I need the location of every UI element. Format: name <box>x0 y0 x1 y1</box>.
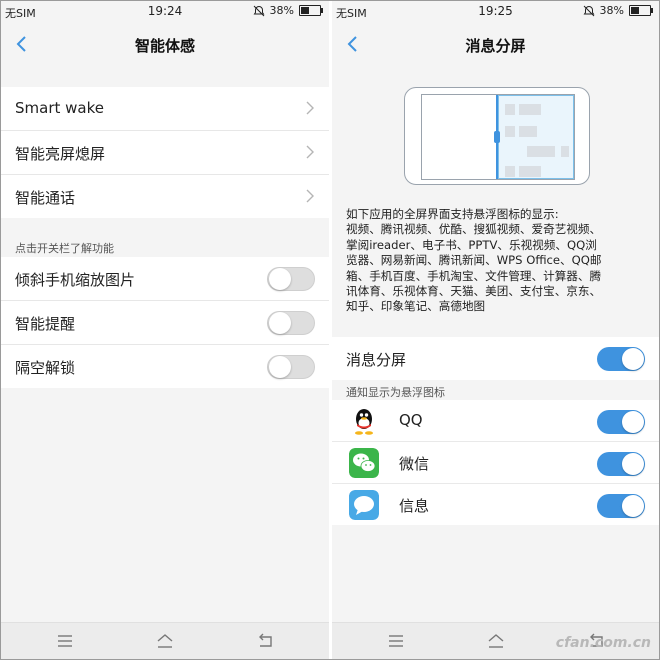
page-title: 智能体感 <box>134 37 195 55</box>
split-handle <box>494 131 500 143</box>
menu-item-smart-call[interactable]: 智能通话 <box>1 175 329 218</box>
description-line: 如下应用的全屏界面支持悬浮图标的显示: <box>346 207 559 221</box>
tilt-zoom-toggle[interactable] <box>267 267 315 291</box>
description-line: 知乎、印象笔记、高德地图 <box>346 299 486 314</box>
toggle-row-message-split: 消息分屏 <box>332 337 659 380</box>
app-label: QQ <box>399 411 423 429</box>
smart-motion-screen: 无SIM 19:24 38% 智能体感 Smart wake 智能亮屏熄屏 智能… <box>1 1 329 659</box>
illustration-right-pane <box>498 95 574 179</box>
home-icon[interactable] <box>487 632 505 650</box>
battery-icon <box>629 5 653 16</box>
air-unlock-toggle[interactable] <box>267 355 315 379</box>
status-right: 38% <box>253 4 323 17</box>
supported-apps-description: 如下应用的全屏界面支持悬浮图标的显示: 视频、腾讯视频、优酷、搜狐视频、爱奇艺视… <box>346 207 646 315</box>
app-row-messages: 信息 <box>332 484 659 525</box>
app-row-qq: QQ <box>332 400 659 442</box>
messages-icon <box>349 490 379 520</box>
section-title: 通知显示为悬浮图标 <box>346 386 445 399</box>
comparison-frame: 无SIM 19:24 38% 智能体感 Smart wake 智能亮屏熄屏 智能… <box>0 0 660 660</box>
app-label: 信息 <box>399 497 430 515</box>
menu-icon[interactable] <box>387 632 405 650</box>
menu-group: Smart wake 智能亮屏熄屏 智能通话 <box>1 87 329 218</box>
app-row-wechat: 微信 <box>332 442 659 484</box>
battery-icon <box>299 5 323 16</box>
wechat-icon <box>349 448 379 478</box>
nav-bar: 消息分屏 <box>332 23 659 65</box>
bottom-nav-bar <box>1 622 329 659</box>
toggle-row-tilt-zoom: 倾斜手机缩放图片 <box>1 257 329 301</box>
description-line: 讯体育、乐视体育、天猫、美团、支付宝、京东、 <box>346 284 602 299</box>
illustration-screen <box>421 94 575 180</box>
messages-toggle[interactable] <box>597 494 645 518</box>
smart-reminder-toggle[interactable] <box>267 311 315 335</box>
app-label: 微信 <box>399 455 430 473</box>
message-split-screen: 无SIM 19:25 38% 消息分屏 如下应用的全屏界面支持悬浮图标的显示: … <box>332 1 659 659</box>
section-title: 点击开关栏了解功能 <box>15 242 114 255</box>
chevron-right-icon <box>306 189 314 203</box>
chevron-right-icon <box>306 145 314 159</box>
message-split-toggle[interactable] <box>597 347 645 371</box>
illustration-left-pane <box>422 95 496 179</box>
status-right: 38% <box>583 4 653 17</box>
toggle-label: 消息分屏 <box>346 351 407 369</box>
menu-item-label: Smart wake <box>15 99 104 117</box>
toggle-group: 倾斜手机缩放图片 智能提醒 隔空解锁 <box>1 257 329 388</box>
menu-item-label: 智能通话 <box>15 189 76 207</box>
chevron-right-icon <box>306 101 314 115</box>
nav-bar: 智能体感 <box>1 23 329 65</box>
toggle-label: 隔空解锁 <box>15 359 76 377</box>
qq-icon <box>355 409 373 435</box>
qq-toggle[interactable] <box>597 410 645 434</box>
status-bar: 无SIM 19:24 38% <box>1 1 329 23</box>
toggle-row-air-unlock: 隔空解锁 <box>1 345 329 388</box>
return-icon[interactable] <box>256 632 274 650</box>
watermark: cfan.com.cn <box>555 635 651 651</box>
description-line: 视频、腾讯视频、优酷、搜狐视频、爱奇艺视频、 <box>346 222 602 237</box>
split-screen-illustration <box>404 87 590 185</box>
toggle-row-smart-reminder: 智能提醒 <box>1 301 329 345</box>
menu-item-label: 智能亮屏熄屏 <box>15 145 106 163</box>
alarm-off-icon <box>583 5 594 16</box>
menu-icon[interactable] <box>56 632 74 650</box>
description-line: 箱、手机百度、手机淘宝、文件管理、计算器、腾 <box>346 268 602 283</box>
menu-item-smart-screen[interactable]: 智能亮屏熄屏 <box>1 131 329 175</box>
battery-percent: 38% <box>269 4 294 17</box>
alarm-off-icon <box>253 5 264 16</box>
description-line: 览器、网易新闻、腾讯新闻、WPS Office、QQ邮 <box>346 253 602 268</box>
battery-percent: 38% <box>599 4 624 17</box>
wechat-toggle[interactable] <box>597 452 645 476</box>
app-list: QQ 微信 信息 <box>332 400 659 525</box>
toggle-label: 倾斜手机缩放图片 <box>15 271 136 289</box>
page-title: 消息分屏 <box>465 37 526 55</box>
description-line: 掌阅ireader、电子书、PPTV、乐视视频、QQ浏 <box>346 237 597 252</box>
menu-item-smart-wake[interactable]: Smart wake <box>1 87 329 131</box>
status-bar: 无SIM 19:25 38% <box>332 1 659 23</box>
home-icon[interactable] <box>156 632 174 650</box>
toggle-label: 智能提醒 <box>15 315 76 333</box>
main-toggle-group: 消息分屏 <box>332 337 659 380</box>
